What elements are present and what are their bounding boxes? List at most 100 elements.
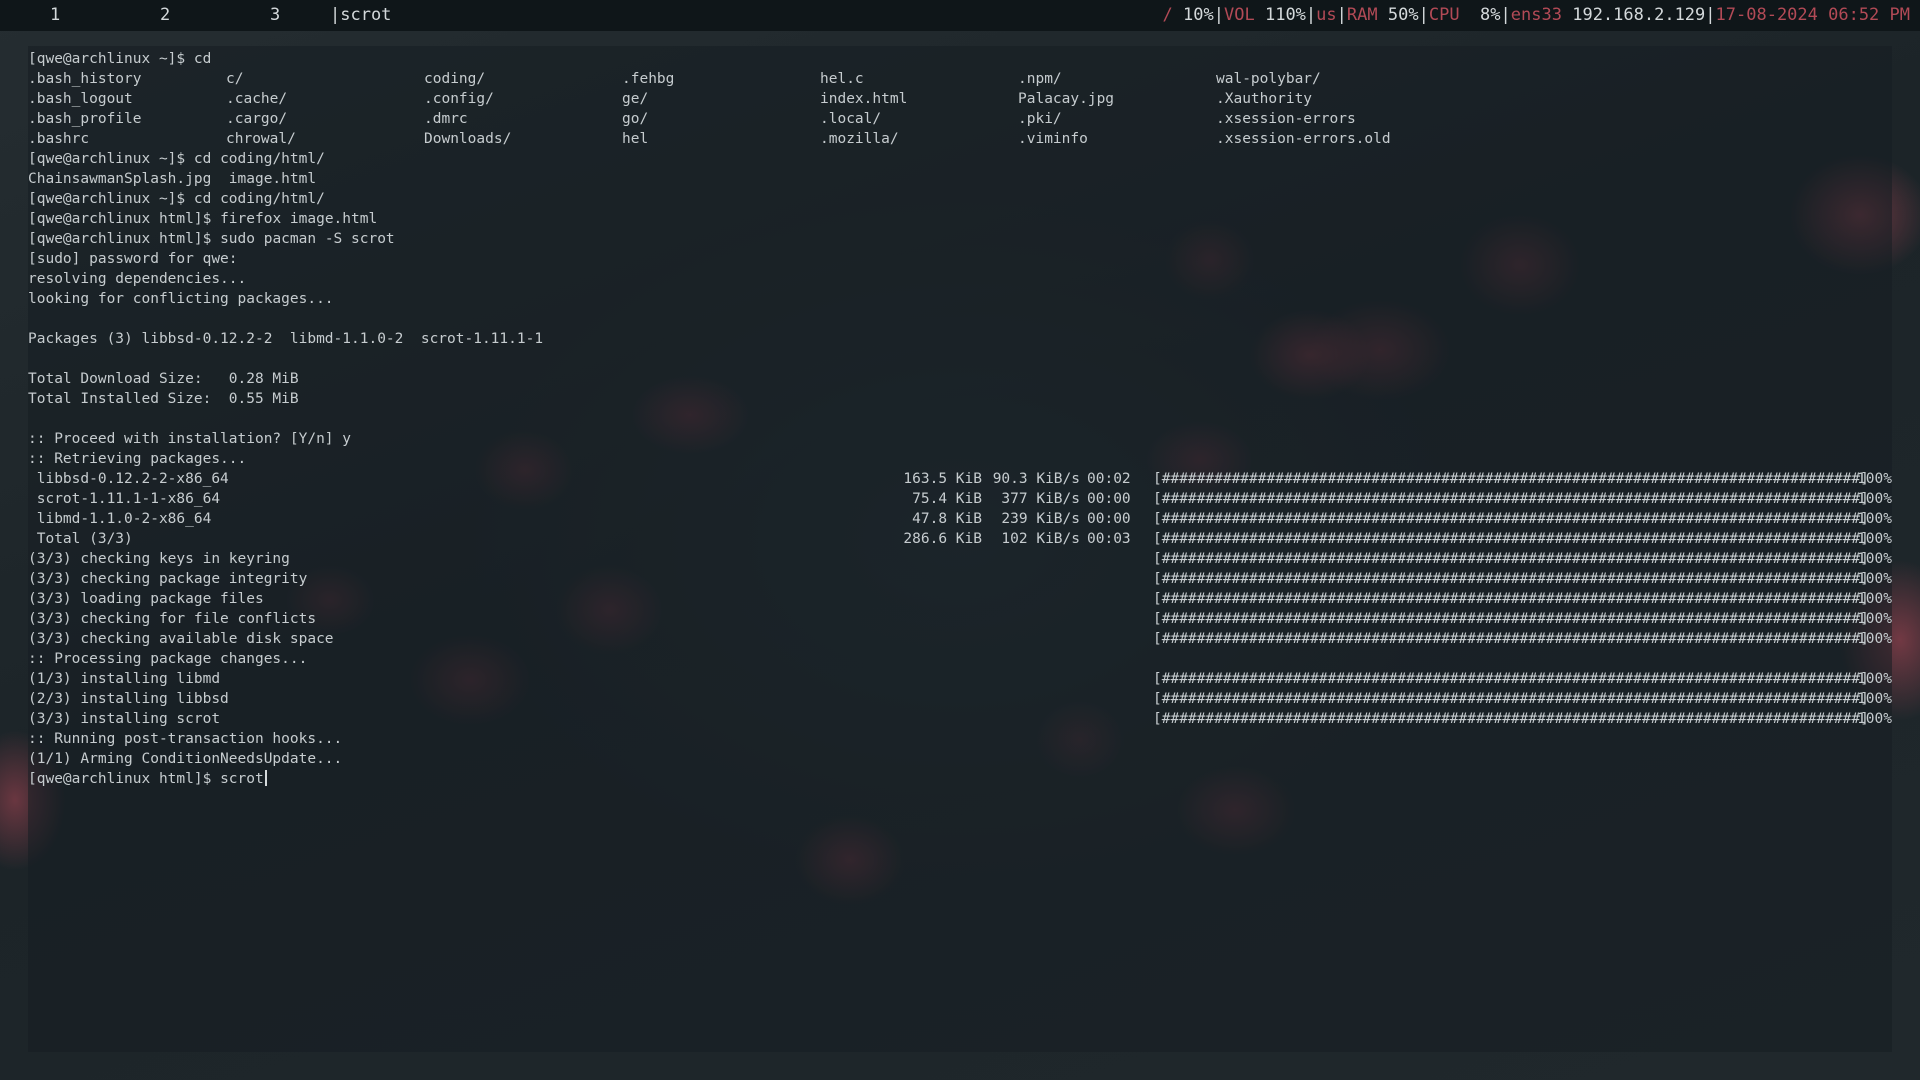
install-text: (2/3) installing libbsd <box>28 691 229 707</box>
list-item: hel <box>622 131 649 147</box>
terminal-line: (1/1) Arming ConditionNeedsUpdate... <box>28 751 343 767</box>
system-status: / 10%|VOL 110%|us|RAM 50%|CPU 8%|ens33 1… <box>1162 5 1910 25</box>
terminal-line: [qwe@archlinux html]$ firefox image.html <box>28 209 377 229</box>
active-window-title: |scrot <box>330 5 392 25</box>
list-item: .config/ <box>424 91 494 107</box>
progress-percent: 100% <box>1857 511 1892 527</box>
prompt: [qwe@archlinux ~]$ <box>28 191 186 207</box>
workspace-3[interactable]: 3 <box>270 0 280 31</box>
list-item: .bash_profile <box>28 111 142 127</box>
list-item: c/ <box>226 71 244 87</box>
terminal-line: :: Running post-transaction hooks... <box>28 731 343 747</box>
list-item: coding/ <box>424 71 486 87</box>
package-name: libbsd-0.12.2-2-x86_64 <box>28 471 229 487</box>
download-time: 00:00 <box>1087 491 1131 507</box>
list-item: chrowal/ <box>226 131 296 147</box>
download-size: 163.5 KiB <box>903 471 982 487</box>
progress-bar: [#######################################… <box>1153 551 1869 567</box>
terminal-line: [qwe@archlinux ~]$ cd coding/html/ <box>28 149 325 169</box>
text-cursor <box>264 770 267 786</box>
progress-percent: 100% <box>1857 691 1892 707</box>
list-item: .xsession-errors <box>1216 111 1356 127</box>
progress-bar: [#######################################… <box>1153 671 1869 687</box>
volume-label: VOL <box>1224 5 1255 25</box>
command-input-line[interactable]: [qwe@archlinux html]$ scrot <box>28 769 267 789</box>
workspace-2[interactable]: 2 <box>160 0 170 31</box>
network-interface: ens33 <box>1510 5 1562 25</box>
download-size: 75.4 KiB <box>912 491 982 507</box>
prompt: [qwe@archlinux html]$ <box>28 231 212 247</box>
terminal-line: :: Proceed with installation? [Y/n] y <box>28 431 352 447</box>
list-item: .bashrc <box>28 131 90 147</box>
terminal-line: :: Retrieving packages... <box>28 451 247 467</box>
progress-bar: [#######################################… <box>1153 571 1869 587</box>
download-size: 286.6 KiB <box>903 531 982 547</box>
progress-percent: 100% <box>1857 551 1892 567</box>
terminal-line: [qwe@archlinux ~]$ cd <box>28 49 211 69</box>
progress-percent: 100% <box>1857 631 1892 647</box>
list-item: .npm/ <box>1018 71 1062 87</box>
command-input[interactable]: scrot <box>220 771 264 787</box>
command: sudo pacman -S scrot <box>220 231 395 247</box>
command: cd coding/html/ <box>193 191 325 207</box>
list-item: .mozilla/ <box>820 131 899 147</box>
check-text: (3/3) checking for file conflicts <box>28 611 317 627</box>
progress-bar: [#######################################… <box>1153 511 1869 527</box>
workspace-1[interactable]: 1 <box>50 0 60 31</box>
progress-bar: [#######################################… <box>1153 471 1869 487</box>
check-text: (3/3) checking available disk space <box>28 631 334 647</box>
list-item: Palacay.jpg <box>1018 91 1115 107</box>
terminal-line: [sudo] password for qwe: <box>28 251 238 267</box>
list-item: .bash_logout <box>28 91 133 107</box>
ram-usage: 50% <box>1387 5 1419 25</box>
install-text: (3/3) installing scrot <box>28 711 221 727</box>
volume-level: 110% <box>1264 5 1306 25</box>
progress-bar: [#######################################… <box>1153 611 1869 627</box>
list-item: index.html <box>820 91 908 107</box>
terminal-line: looking for conflicting packages... <box>28 291 334 307</box>
terminal-line: :: Processing package changes... <box>28 651 308 667</box>
download-rate: 239 KiB/s <box>1001 511 1080 527</box>
progress-percent: 100% <box>1857 711 1892 727</box>
package-name: scrot-1.11.1-1-x86_64 <box>28 491 221 507</box>
progress-bar: [#######################################… <box>1153 711 1869 727</box>
list-item: Downloads/ <box>424 131 512 147</box>
download-rate: 377 KiB/s <box>1001 491 1080 507</box>
download-rate: 102 KiB/s <box>1001 531 1080 547</box>
progress-percent: 100% <box>1857 671 1892 687</box>
ram-label: RAM <box>1346 5 1378 25</box>
list-item: hel.c <box>820 71 864 87</box>
progress-percent: 100% <box>1857 471 1892 487</box>
terminal-line: ChainsawmanSplash.jpg image.html <box>28 171 317 187</box>
prompt: [qwe@archlinux html]$ <box>28 211 212 227</box>
progress-bar: [#######################################… <box>1153 691 1869 707</box>
check-text: (3/3) loading package files <box>28 591 264 607</box>
prompt: [qwe@archlinux ~]$ <box>28 151 186 167</box>
terminal-line: Total Installed Size: 0.55 MiB <box>28 391 299 407</box>
progress-percent: 100% <box>1857 611 1892 627</box>
command: cd coding/html/ <box>193 151 325 167</box>
progress-bar: [#######################################… <box>1153 591 1869 607</box>
progress-percent: 100% <box>1857 491 1892 507</box>
disk-label: / <box>1162 5 1173 25</box>
list-item: .bash_history <box>28 71 142 87</box>
progress-bar: [#######################################… <box>1153 491 1869 507</box>
install-text: (1/3) installing libmd <box>28 671 221 687</box>
check-text: (3/3) checking keys in keyring <box>28 551 290 567</box>
list-item: ge/ <box>622 91 649 107</box>
progress-bar: [#######################################… <box>1153 631 1869 647</box>
terminal-line: resolving dependencies... <box>28 271 247 287</box>
list-item: go/ <box>622 111 649 127</box>
cpu-usage: 8% <box>1480 5 1501 25</box>
package-name: libmd-1.1.0-2-x86_64 <box>28 511 212 527</box>
list-item: .fehbg <box>622 71 675 87</box>
list-item: .pki/ <box>1018 111 1062 127</box>
terminal-line: Packages (3) libbsd-0.12.2-2 libmd-1.1.0… <box>28 331 544 347</box>
ip-address: 192.168.2.129 <box>1572 5 1706 25</box>
prompt: [qwe@archlinux html]$ <box>28 771 212 787</box>
check-text: (3/3) checking package integrity <box>28 571 308 587</box>
cpu-label: CPU <box>1428 5 1460 25</box>
list-item: wal-polybar/ <box>1216 71 1321 87</box>
list-item: .viminfo <box>1018 131 1088 147</box>
list-item: .dmrc <box>424 111 468 127</box>
